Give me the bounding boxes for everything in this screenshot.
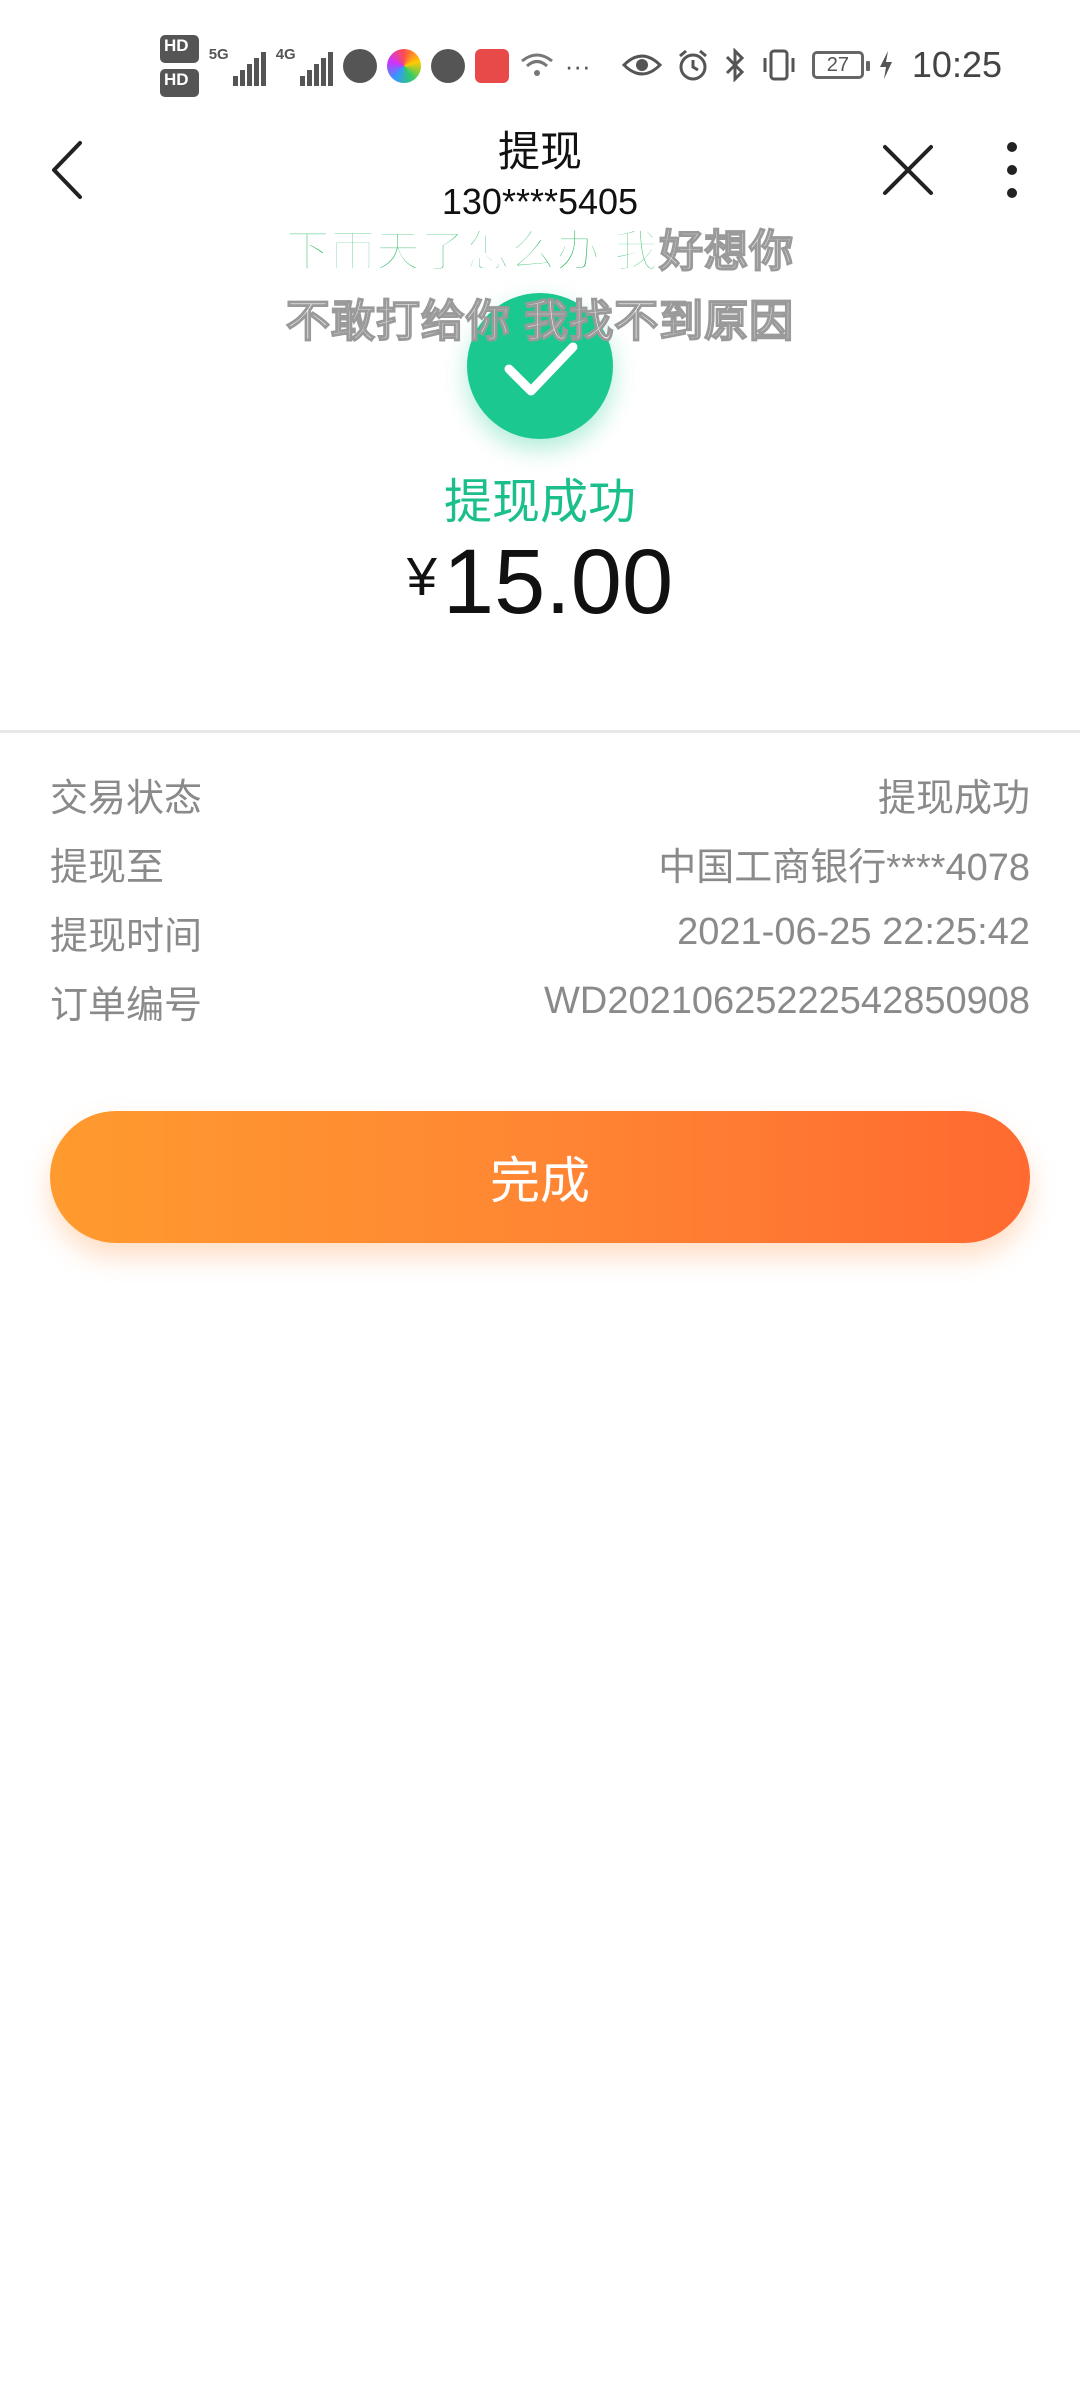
currency-symbol: ¥ (406, 547, 437, 607)
clock: 10:25 (911, 44, 1002, 85)
bluetooth-icon (725, 48, 745, 82)
app-colorful-icon (386, 49, 421, 83)
wifi-icon (520, 53, 553, 76)
hd-indicators: HD1 HD2 (160, 34, 199, 98)
signal-4g-icon: 4G (276, 46, 333, 86)
detail-value: WD20210625222542850908 (544, 980, 1030, 1022)
charging-icon (879, 51, 892, 79)
status-left: HD1 HD2 5G 4G ··· (160, 34, 591, 98)
detail-label: 订单编号 (50, 985, 203, 1027)
hd2-badge: HD2 (160, 69, 199, 98)
detail-value: 中国工商银行****4078 (658, 847, 1030, 889)
detail-row-destination: 提现至 中国工商银行****4078 (50, 829, 1030, 898)
detail-label: 提现至 (50, 847, 165, 889)
more-vertical-icon (1007, 142, 1017, 198)
alarm-icon (678, 49, 707, 81)
detail-value: 提现成功 (877, 778, 1030, 820)
done-button[interactable]: 完成 (50, 1111, 1030, 1243)
lyric-line-1-rest: 好想你 (658, 226, 795, 277)
withdraw-amount: ¥15.00 (0, 530, 1080, 635)
close-icon (883, 145, 933, 195)
transaction-details: 交易状态 提现成功 提现至 中国工商银行****4078 提现时间 2021-0… (50, 760, 1030, 1036)
lyric-line-2: 不敢打给你 我找不到原因 (285, 296, 795, 347)
detail-row-time: 提现时间 2021-06-25 22:25:42 (50, 898, 1030, 967)
vibrate-icon (763, 49, 795, 81)
lyric-line-1: 下雨天了怎么办 我好想你 (0, 215, 1080, 279)
detail-row-status: 交易状态 提现成功 (50, 760, 1030, 829)
battery-icon: 27 (811, 51, 870, 79)
detail-row-order-number: 订单编号 WD20210625222542850908 (50, 967, 1030, 1036)
detail-label: 提现时间 (50, 916, 203, 958)
status-bar: HD1 HD2 5G 4G ··· 27 10:25 (0, 0, 1080, 130)
more-notifications-icon: ··· (564, 50, 591, 81)
app-globe-icon (342, 49, 377, 83)
close-button[interactable] (875, 135, 941, 205)
signal-5g-icon: 5G (209, 46, 266, 86)
amount-value: 15.00 (442, 531, 674, 633)
app-aperture-icon (430, 49, 465, 83)
withdraw-status-title: 提现成功 (443, 476, 636, 529)
status-right: 27 10:25 (621, 40, 1002, 90)
section-divider (0, 730, 1080, 733)
detail-label: 交易状态 (50, 778, 203, 820)
eye-icon (621, 54, 662, 76)
detail-value: 2021-06-25 22:25:42 (677, 911, 1030, 953)
more-options-button[interactable] (990, 135, 1034, 205)
lyric-line-1-highlight: 下雨天了怎么办 我 (285, 226, 660, 277)
title-bar: 提现 130****5405 (0, 115, 1080, 225)
app-book-icon (474, 49, 509, 83)
hd1-badge: HD1 (160, 34, 199, 63)
